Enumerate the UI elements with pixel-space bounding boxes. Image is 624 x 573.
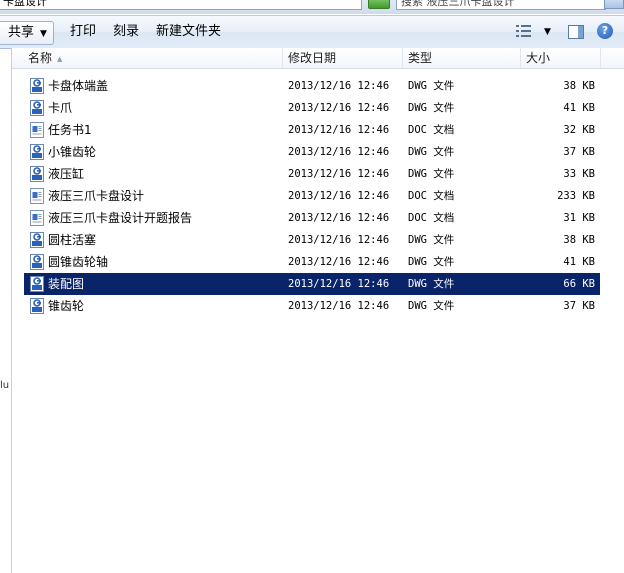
file-name: 液压三爪卡盘设计开题报告	[48, 211, 193, 225]
file-name: 卡盘体端盖	[48, 79, 109, 93]
file-row[interactable]: 装配图 2013/12/16 12:46 DWG 文件 66 KB	[24, 273, 600, 295]
file-date: 2013/12/16 12:46	[288, 80, 390, 92]
burn-button[interactable]: 刻录	[107, 21, 145, 43]
file-date: 2013/12/16 12:46	[288, 146, 390, 158]
file-type: DWG 文件	[408, 234, 455, 246]
dwg-file-icon	[30, 100, 44, 116]
file-size: 37 KB	[563, 146, 595, 158]
column-divider[interactable]	[600, 48, 601, 68]
dwg-file-icon	[30, 166, 44, 182]
command-toolbar: 共享 ▼ 打印 刻录 新建文件夹 ▼ ?	[0, 15, 624, 49]
file-size: 37 KB	[563, 300, 595, 312]
file-type: DOC 文档	[408, 212, 455, 224]
file-row[interactable]: 小锥齿轮 2013/12/16 12:46 DWG 文件 37 KB	[24, 141, 600, 163]
file-row[interactable]: 液压三爪卡盘设计开题报告 2013/12/16 12:46 DOC 文档 31 KB	[24, 207, 600, 229]
file-size: 38 KB	[563, 80, 595, 92]
share-button-label: 共享	[8, 25, 35, 40]
column-divider[interactable]	[402, 48, 403, 68]
file-name: 小锥齿轮	[48, 145, 97, 159]
truncated-label: lu	[0, 380, 10, 391]
column-header-name[interactable]: 名称 ▲	[24, 48, 286, 68]
file-row[interactable]: 任务书1 2013/12/16 12:46 DOC 文档 32 KB	[24, 119, 600, 141]
column-header-row: 名称 ▲ 修改日期 类型 大小	[12, 48, 624, 69]
file-row[interactable]: 液压缸 2013/12/16 12:46 DWG 文件 33 KB	[24, 163, 600, 185]
file-name: 任务书1	[48, 123, 92, 137]
file-name: 液压缸	[48, 167, 85, 181]
new-folder-button[interactable]: 新建文件夹	[150, 21, 227, 43]
column-header-date[interactable]: 修改日期	[284, 48, 404, 68]
doc-file-icon	[30, 188, 44, 204]
file-size: 41 KB	[563, 102, 595, 114]
address-path-field[interactable]: 卡盘设计	[0, 0, 362, 10]
search-input[interactable]: 搜索 液压三爪卡盘设计	[396, 0, 606, 10]
view-options-icon[interactable]	[516, 25, 534, 37]
file-size: 32 KB	[563, 124, 595, 136]
dwg-file-icon	[30, 298, 44, 314]
file-size: 66 KB	[563, 278, 595, 290]
dwg-file-icon	[30, 276, 44, 292]
file-row[interactable]: 卡爪 2013/12/16 12:46 DWG 文件 41 KB	[24, 97, 600, 119]
file-date: 2013/12/16 12:46	[288, 212, 390, 224]
file-row[interactable]: 锥齿轮 2013/12/16 12:46 DWG 文件 37 KB	[24, 295, 600, 317]
file-type: DOC 文档	[408, 124, 455, 136]
column-header-name-label: 名称	[28, 51, 53, 65]
file-size: 38 KB	[563, 234, 595, 246]
file-size: 233 KB	[557, 190, 595, 202]
dwg-file-icon	[30, 232, 44, 248]
dwg-file-icon	[30, 254, 44, 270]
column-divider[interactable]	[282, 48, 283, 68]
file-type: DWG 文件	[408, 168, 455, 180]
file-date: 2013/12/16 12:46	[288, 300, 390, 312]
file-date: 2013/12/16 12:46	[288, 190, 390, 202]
file-row[interactable]: 圆锥齿轮轴 2013/12/16 12:46 DWG 文件 41 KB	[24, 251, 600, 273]
view-dropdown-icon[interactable]: ▼	[544, 27, 551, 37]
column-header-type[interactable]: 类型	[404, 48, 522, 68]
file-row[interactable]: 圆柱活塞 2013/12/16 12:46 DWG 文件 38 KB	[24, 229, 600, 251]
address-bar-strip: 卡盘设计 搜索 液压三爪卡盘设计	[0, 0, 624, 14]
chevron-down-icon: ▼	[40, 29, 47, 39]
file-type: DWG 文件	[408, 256, 455, 268]
sort-ascending-icon: ▲	[57, 54, 63, 63]
file-name: 圆锥齿轮轴	[48, 255, 109, 269]
dwg-file-icon	[30, 144, 44, 160]
search-icon[interactable]	[604, 0, 624, 9]
file-type: DWG 文件	[408, 278, 455, 290]
column-divider[interactable]	[520, 48, 521, 68]
file-date: 2013/12/16 12:46	[288, 278, 390, 290]
column-header-size[interactable]: 大小	[522, 48, 602, 68]
file-row[interactable]: 卡盘体端盖 2013/12/16 12:46 DWG 文件 38 KB	[24, 75, 600, 97]
file-name: 卡爪	[48, 101, 73, 115]
file-row[interactable]: 液压三爪卡盘设计 2013/12/16 12:46 DOC 文档 233 KB	[24, 185, 600, 207]
file-date: 2013/12/16 12:46	[288, 102, 390, 114]
dwg-file-icon	[30, 78, 44, 94]
file-date: 2013/12/16 12:46	[288, 124, 390, 136]
file-name: 装配图	[48, 277, 85, 291]
doc-file-icon	[30, 122, 44, 138]
file-date: 2013/12/16 12:46	[288, 234, 390, 246]
file-type: DWG 文件	[408, 80, 455, 92]
file-list: 卡盘体端盖 2013/12/16 12:46 DWG 文件 38 KB 卡爪 2013/1…	[24, 75, 600, 317]
file-date: 2013/12/16 12:46	[288, 168, 390, 180]
file-size: 31 KB	[563, 212, 595, 224]
file-date: 2013/12/16 12:46	[288, 256, 390, 268]
file-size: 41 KB	[563, 256, 595, 268]
go-arrow-icon[interactable]	[368, 0, 390, 9]
file-name: 圆柱活塞	[48, 233, 97, 247]
file-name: 锥齿轮	[48, 299, 85, 313]
list-left-border	[11, 48, 12, 573]
preview-pane-icon[interactable]	[568, 25, 584, 39]
help-icon[interactable]: ?	[597, 23, 613, 39]
file-type: DOC 文档	[408, 190, 455, 202]
file-type: DWG 文件	[408, 146, 455, 158]
print-button[interactable]: 打印	[64, 21, 102, 43]
file-type: DWG 文件	[408, 300, 455, 312]
doc-file-icon	[30, 210, 44, 226]
file-name: 液压三爪卡盘设计	[48, 189, 145, 203]
file-type: DWG 文件	[408, 102, 455, 114]
file-size: 33 KB	[563, 168, 595, 180]
share-button[interactable]: 共享 ▼	[0, 21, 54, 45]
